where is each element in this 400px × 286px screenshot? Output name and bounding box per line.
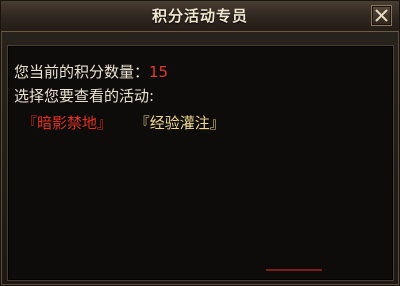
close-icon bbox=[375, 9, 388, 22]
activity-link-experience-infusion[interactable]: 『经验灌注』 bbox=[135, 112, 225, 133]
close-button[interactable] bbox=[371, 5, 392, 26]
points-value: 15 bbox=[149, 63, 169, 81]
points-label: 您当前的积分数量： bbox=[14, 63, 150, 81]
dialog-content: 您当前的积分数量：15 选择您要查看的活动: 『暗影禁地』 『经验灌注』 bbox=[7, 45, 394, 281]
activity-list: 『暗影禁地』 『经验灌注』 bbox=[22, 112, 243, 133]
activity-link-shadow-forbidden-land[interactable]: 『暗影禁地』 bbox=[22, 112, 112, 133]
points-line: 您当前的积分数量：15 bbox=[14, 61, 168, 82]
dialog-titlebar: 积分活动专员 bbox=[1, 1, 399, 32]
select-prompt: 选择您要查看的活动: bbox=[14, 87, 155, 105]
scroll-indicator bbox=[266, 269, 322, 271]
activity-npc-dialog: 积分活动专员 您当前的积分数量：15 选择您要查看的活动: 『暗影禁地』 『经验… bbox=[0, 0, 400, 286]
dialog-title: 积分活动专员 bbox=[151, 7, 248, 25]
